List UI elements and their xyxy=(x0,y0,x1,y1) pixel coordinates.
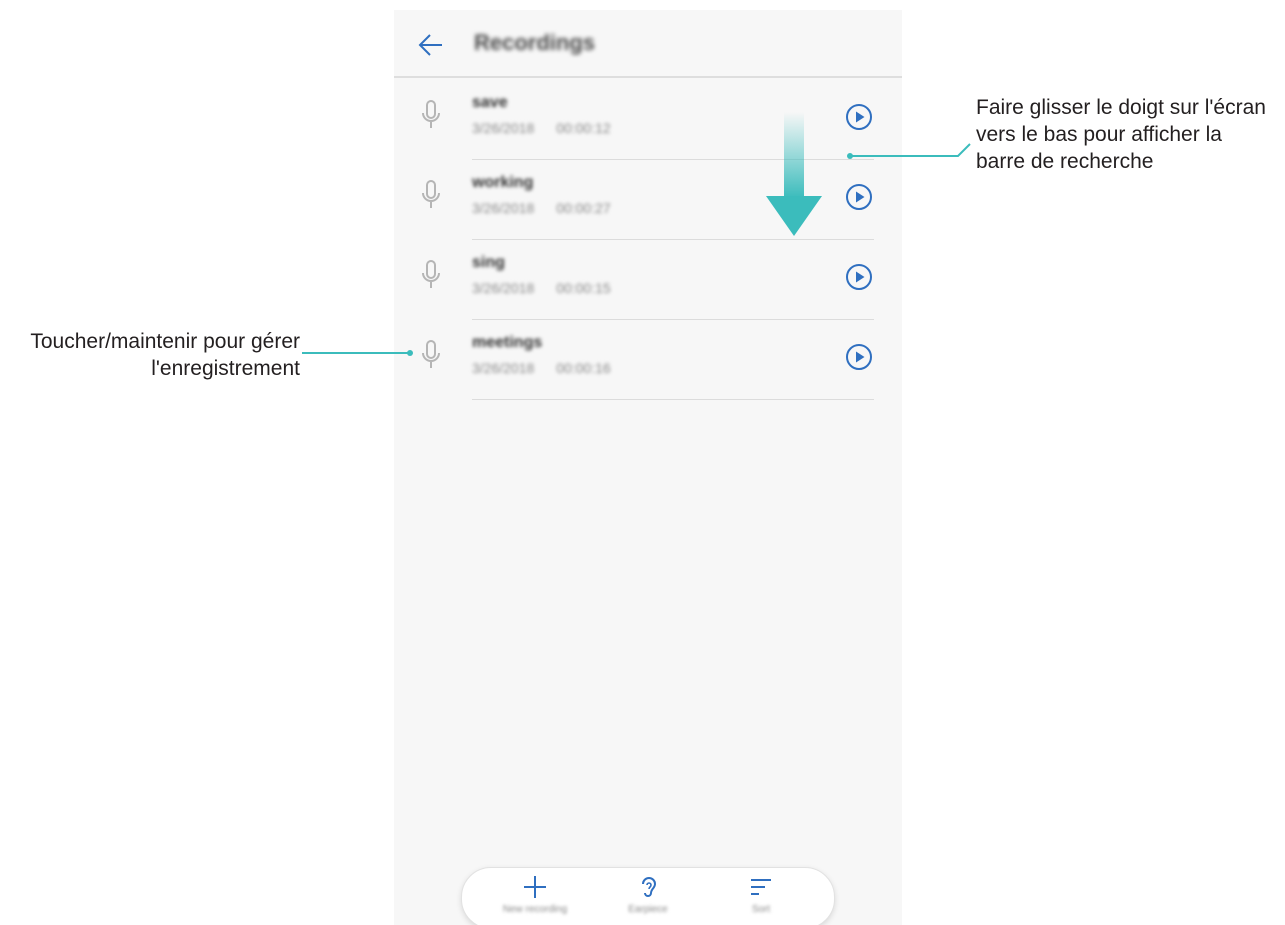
swipe-annotation: Faire glisser le doigt sur l'écran vers … xyxy=(976,96,1266,173)
hold-annotation: Toucher/maintenir pour gérer l'enregistr… xyxy=(30,330,300,380)
hold-leader-dot xyxy=(407,350,413,356)
swipe-leader-line xyxy=(850,143,971,157)
swipe-leader-dot xyxy=(847,153,853,159)
